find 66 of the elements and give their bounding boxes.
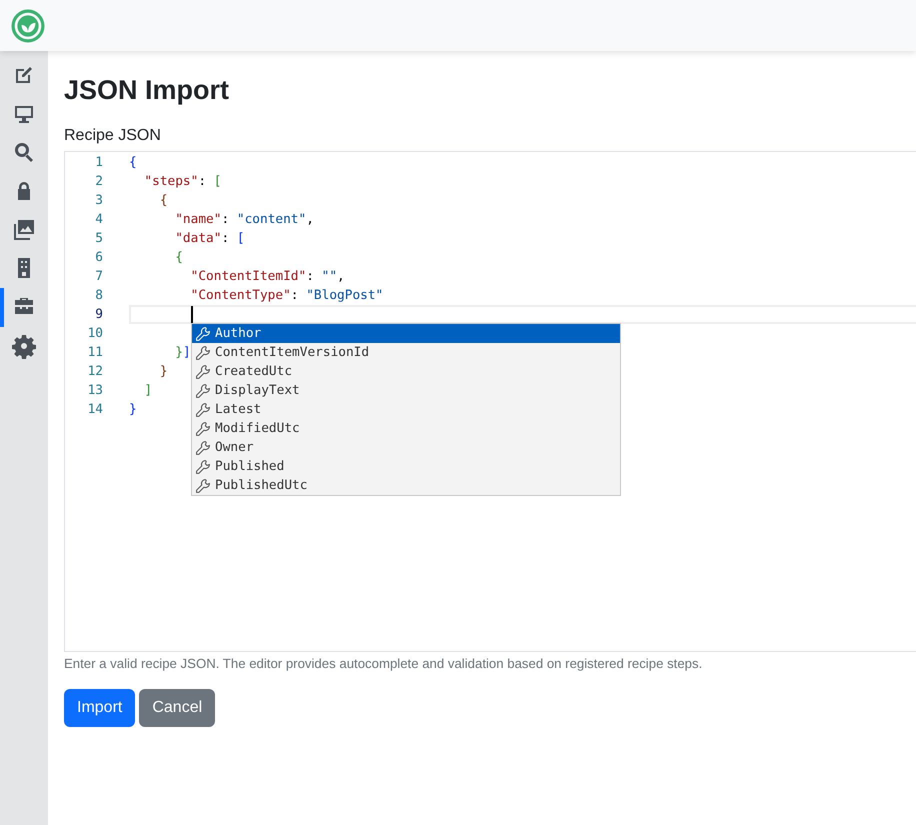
line-number: 13 xyxy=(86,382,103,400)
line-number: 2 xyxy=(94,173,103,191)
code-token: "steps" xyxy=(143,173,198,191)
wrench-icon xyxy=(195,420,211,436)
line-number: 9 xyxy=(94,306,103,324)
text-cursor xyxy=(191,306,193,323)
code-token: { xyxy=(174,249,183,267)
wrench-icon xyxy=(195,440,211,456)
code-token: , xyxy=(337,268,345,286)
code-token: [ xyxy=(214,173,222,191)
logo-icon[interactable] xyxy=(11,8,45,42)
wrench-icon xyxy=(195,382,211,398)
line-number: 1 xyxy=(94,154,103,172)
wrench-icon xyxy=(195,364,211,380)
suggestion-item[interactable]: ModifiedUtc xyxy=(192,419,620,438)
suggestion-item[interactable]: CreatedUtc xyxy=(192,362,620,381)
code-token: : xyxy=(306,268,315,286)
code-token: : xyxy=(221,211,230,229)
line-number: 5 xyxy=(94,230,103,248)
wrench-icon xyxy=(195,458,211,474)
help-text: Enter a valid recipe JSON. The editor provides autocomplete and validation based on registered recipe steps. xyxy=(64,656,704,671)
code-token: : xyxy=(290,287,300,305)
line-number: 12 xyxy=(86,363,103,381)
code-editor[interactable] xyxy=(64,151,916,652)
code-token: "name" xyxy=(174,211,222,229)
line-number: 8 xyxy=(94,287,103,305)
suggestion-item[interactable]: PublishedUtc xyxy=(192,476,620,495)
suggestion-item[interactable]: ContentItemVersionId xyxy=(192,343,620,362)
suggestion-item[interactable]: Owner xyxy=(192,438,620,457)
wrench-icon xyxy=(195,326,211,342)
code-token: { xyxy=(158,192,168,210)
code-token: : xyxy=(221,230,230,248)
code-token: { xyxy=(129,154,137,172)
page-title: JSON Import xyxy=(64,74,230,107)
code-token: } xyxy=(158,363,168,381)
wrench-icon xyxy=(195,478,211,494)
line-number: 4 xyxy=(94,211,103,229)
line-number: 6 xyxy=(94,249,103,267)
code-token: ] xyxy=(143,382,152,400)
code-token: "ContentType" xyxy=(190,287,291,305)
wrench-icon xyxy=(195,402,211,418)
gear-icon xyxy=(12,332,36,359)
code-token: "ContentItemId" xyxy=(190,268,306,286)
code-token: "BlogPost" xyxy=(306,287,384,305)
line-number: 3 xyxy=(94,192,103,210)
suggestion-item[interactable]: DisplayText xyxy=(192,381,620,400)
suggestion-item[interactable]: Latest xyxy=(192,400,620,419)
line-number: 14 xyxy=(86,401,103,419)
line-number: 10 xyxy=(86,325,103,343)
suggestion-item[interactable]: Published xyxy=(192,457,620,476)
code-token: , xyxy=(306,211,314,229)
cancel-button[interactable]: Cancel xyxy=(139,689,216,727)
import-button[interactable]: Import xyxy=(64,689,136,727)
code-token: } xyxy=(129,401,137,419)
code-token: "data" xyxy=(174,230,222,248)
suggestion-item[interactable]: Author xyxy=(192,324,620,343)
line-number: 7 xyxy=(94,268,103,286)
code-token: "" xyxy=(322,268,338,286)
code-token: [ xyxy=(236,230,245,248)
wrench-icon xyxy=(195,344,211,360)
code-token: : xyxy=(198,173,208,191)
field-label: Recipe JSON xyxy=(64,127,162,145)
line-number: 11 xyxy=(86,344,103,362)
code-token: ] xyxy=(182,344,191,362)
code-token: "content" xyxy=(236,211,306,229)
code-token: } xyxy=(174,344,183,362)
